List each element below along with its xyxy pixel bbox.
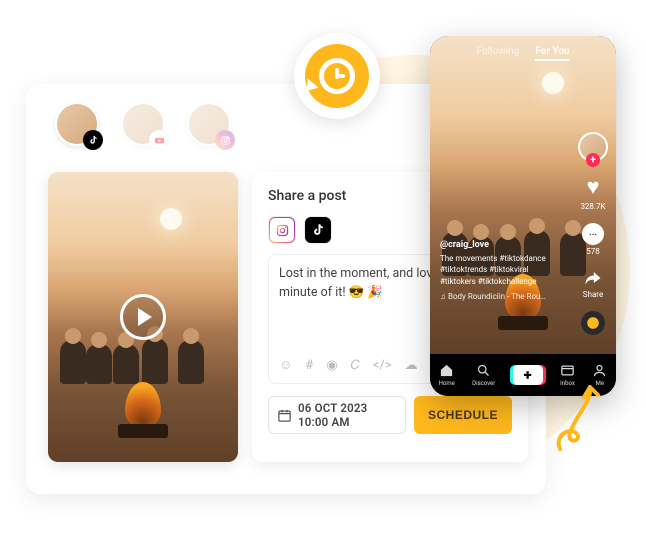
schedule-button[interactable]: SCHEDULE [414,396,512,434]
calendar-icon [277,408,292,423]
phone-caption-text: The movements #tiktokdance #tiktoktrends… [440,253,560,287]
phone-preview: Following For You ♥ 328.7K ⋯ 578 Share @… [430,36,616,396]
media-preview[interactable] [48,172,238,462]
account-youtube[interactable] [121,102,165,146]
like-count: 328.7K [580,202,605,211]
phone-username[interactable]: @craig_love [440,239,560,252]
youtube-icon [149,130,169,150]
schedule-date-field[interactable]: 06 OCT 2023 10:00 AM [268,396,406,434]
curly-arrow-icon [550,383,602,453]
account-instagram[interactable] [187,102,231,146]
heart-icon: ♥ [586,174,599,200]
inbox-icon [560,363,575,378]
chip-instagram[interactable] [268,216,296,244]
play-icon[interactable] [120,294,166,340]
tool-media[interactable]: ◉ [326,356,337,376]
tab-following[interactable]: Following [477,46,520,61]
comment-icon: ⋯ [582,223,604,245]
share-button[interactable]: Share [583,268,603,299]
share-label: Share [583,290,603,299]
share-icon [583,268,603,288]
tool-hashtag[interactable]: # [305,356,313,376]
chip-tiktok[interactable] [304,216,332,244]
phone-top-tabs: Following For You [430,46,616,61]
home-icon [439,363,454,378]
account-avatars [55,102,231,146]
phone-caption: @craig_love The movements #tiktokdance #… [440,239,560,302]
nav-home[interactable]: Home [439,363,455,387]
tool-code[interactable]: </> [373,356,392,376]
schedule-date-label: 06 OCT 2023 10:00 AM [298,401,397,429]
tab-foryou[interactable]: For You [535,46,569,61]
comment-count: 578 [586,247,600,256]
search-icon [476,363,491,378]
phone-right-actions: ♥ 328.7K ⋯ 578 Share [578,132,608,335]
tool-style[interactable]: 𝐶 [351,356,360,376]
account-tiktok[interactable] [55,102,99,146]
like-button[interactable]: ♥ 328.7K [580,174,605,211]
comment-button[interactable]: ⋯ 578 [582,223,604,256]
profile-icon [592,363,607,378]
tiktok-icon [83,130,103,150]
tool-emoji[interactable]: ☺ [279,356,292,376]
schedule-clock-icon [294,33,380,119]
tool-cloud[interactable]: ☁ [405,356,418,376]
instagram-icon [215,130,235,150]
nav-discover[interactable]: Discover [472,363,495,387]
phone-music[interactable]: ♫ Body Roundiciin - The Rou… [440,291,560,302]
creator-avatar[interactable] [578,132,608,162]
music-disc-icon[interactable] [581,311,605,335]
nav-create[interactable]: + [513,365,543,385]
compose-toolbar: ☺ # ◉ 𝐶 </> ☁ [279,356,418,376]
